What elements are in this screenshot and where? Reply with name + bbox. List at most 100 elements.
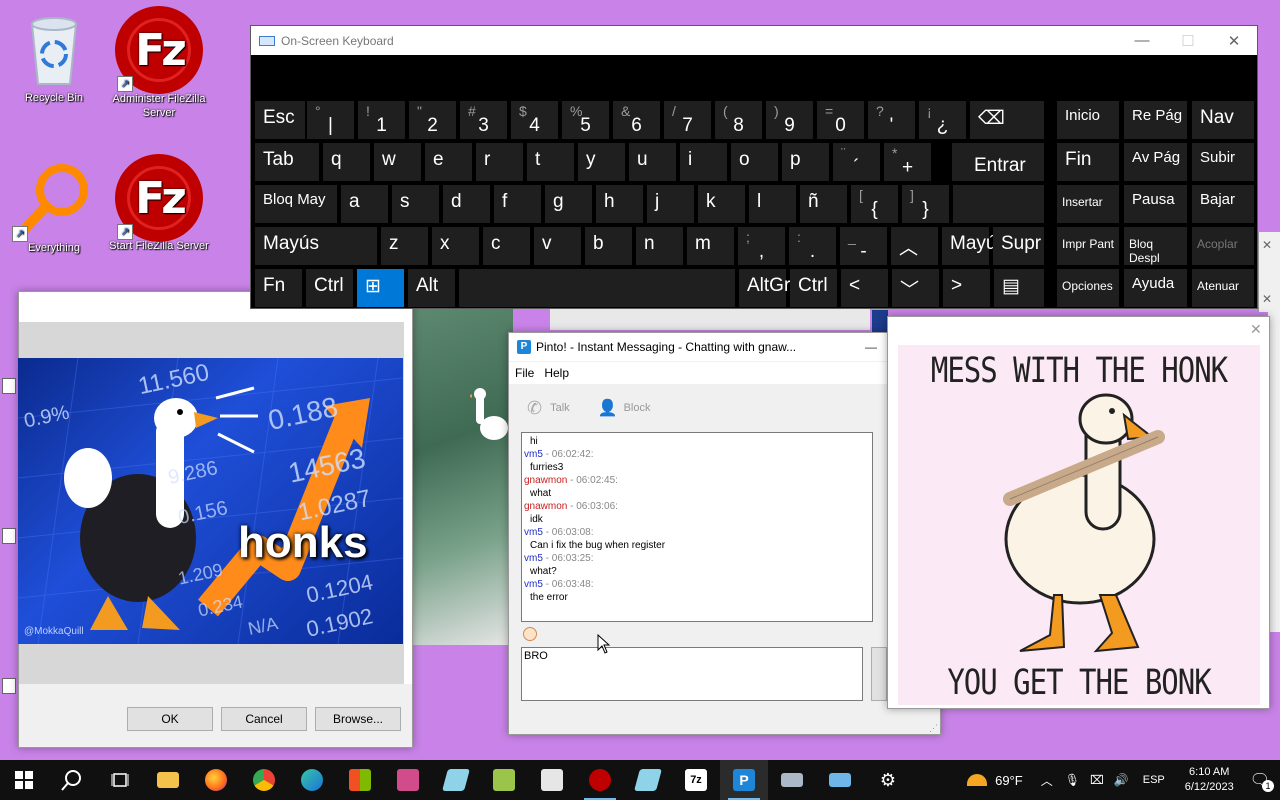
close-icon[interactable]: ✕ xyxy=(1250,321,1262,338)
key-;-,[interactable]: ;, xyxy=(738,227,785,265)
desktop-icon-partial[interactable] xyxy=(2,378,16,394)
key-︿[interactable]: ︿ xyxy=(891,227,938,265)
key-k[interactable]: k xyxy=(698,185,745,223)
maximize-button[interactable]: ☐ xyxy=(1165,32,1211,50)
key-e[interactable]: e xyxy=(425,143,472,181)
key-supr[interactable]: Supr xyxy=(993,227,1044,265)
key-d[interactable]: d xyxy=(443,185,490,223)
key-t[interactable]: t xyxy=(527,143,574,181)
key-bloq-may[interactable]: Bloq May xyxy=(255,185,337,223)
clock[interactable]: 6:10 AM 6/12/2023 xyxy=(1185,765,1234,795)
key-%-5[interactable]: % 5 xyxy=(562,101,609,139)
key-w[interactable]: w xyxy=(374,143,421,181)
taskbar-app-2[interactable] xyxy=(432,760,480,800)
resize-grip-icon[interactable]: ⋰ xyxy=(929,723,938,734)
key-esc[interactable]: Esc xyxy=(255,101,305,139)
desktop-icon-everything[interactable]: ↗ Everything xyxy=(2,160,106,254)
desktop-icon-partial[interactable] xyxy=(2,678,16,694)
taskbar-firefox[interactable] xyxy=(192,760,240,800)
key-j[interactable]: j xyxy=(647,185,694,223)
talk-button[interactable]: Talk xyxy=(550,402,570,414)
cancel-button[interactable]: Cancel xyxy=(221,707,307,731)
key-atenuar[interactable]: Atenuar xyxy=(1192,269,1254,307)
key-a[interactable]: a xyxy=(341,185,388,223)
key-&-6[interactable]: & 6 xyxy=(613,101,660,139)
key-"-2[interactable]: " 2 xyxy=(409,101,456,139)
taskbar-app-7[interactable] xyxy=(816,760,864,800)
key-¡-¿[interactable]: ¡ ¿ xyxy=(919,101,966,139)
taskbar-settings[interactable]: ⚙ xyxy=(864,760,912,800)
key-insertar[interactable]: Insertar xyxy=(1057,185,1119,223)
key-c[interactable]: c xyxy=(483,227,530,265)
desktop-icon-administer-filezilla[interactable]: Fz ↗ Administer FileZilla Server xyxy=(107,10,211,120)
key-acoplar[interactable]: Acoplar xyxy=(1192,227,1254,265)
key-v[interactable]: v xyxy=(534,227,581,265)
key-alt[interactable]: Alt xyxy=(408,269,455,307)
taskbar-app-1[interactable] xyxy=(384,760,432,800)
close-button[interactable]: ✕ xyxy=(1211,32,1257,50)
key-o[interactable]: o xyxy=(731,143,778,181)
close-icon[interactable]: ✕ xyxy=(1262,238,1272,252)
network-icon[interactable]: ⌧ xyxy=(1090,773,1104,787)
menu-file[interactable]: File xyxy=(509,366,540,380)
taskbar-app-6[interactable] xyxy=(768,760,816,800)
key-n[interactable]: n xyxy=(636,227,683,265)
taskbar-filezilla[interactable] xyxy=(576,760,624,800)
key-$-4[interactable]: $4 xyxy=(511,101,558,139)
key-⊞[interactable]: ⊞ xyxy=(357,269,404,307)
language-indicator[interactable]: ESP xyxy=(1143,774,1165,786)
key-*-+[interactable]: * + xyxy=(884,143,931,181)
key-?-'[interactable]: ? ' xyxy=(868,101,915,139)
key-﹀[interactable]: ﹀ xyxy=(892,269,939,307)
key-ctrl[interactable]: Ctrl xyxy=(790,269,837,307)
key-#-3[interactable]: #3 xyxy=(460,101,507,139)
taskbar-file-explorer[interactable] xyxy=(144,760,192,800)
microphone-icon[interactable]: 🎙 xyxy=(1065,773,1080,787)
key-m[interactable]: m xyxy=(687,227,734,265)
browse-button[interactable]: Browse... xyxy=(315,707,401,731)
key-b[interactable]: b xyxy=(585,227,632,265)
key-z[interactable]: z xyxy=(381,227,428,265)
chat-log[interactable]: hi vm5 - 06:02:42: furries3 gnawmon - 06:02… xyxy=(521,432,873,622)
menu-help[interactable]: Help xyxy=(540,366,573,380)
key-l[interactable]: l xyxy=(749,185,796,223)
emoticon-icon[interactable] xyxy=(523,627,537,641)
key->[interactable]: > xyxy=(943,269,990,307)
key-⌫[interactable]: ⌫ xyxy=(970,101,1044,139)
key-bloq-despl[interactable]: Bloq Despl xyxy=(1124,227,1187,265)
key-)-9[interactable]: ) 9 xyxy=(766,101,813,139)
key-opciones[interactable]: Opciones xyxy=(1057,269,1119,307)
key-!-1[interactable]: ! 1 xyxy=(358,101,405,139)
key-altgr[interactable]: AltGr xyxy=(739,269,790,307)
key-]-}[interactable]: ]} xyxy=(902,185,949,223)
taskbar-app-5[interactable] xyxy=(624,760,672,800)
key-pausa[interactable]: Pausa xyxy=(1124,185,1187,223)
key-f[interactable]: f xyxy=(494,185,541,223)
key-_--[interactable]: _ - xyxy=(840,227,887,265)
search-button[interactable] xyxy=(48,760,96,800)
desktop-icon-recycle-bin[interactable]: Recycle Bin xyxy=(2,10,106,104)
key-mayús[interactable]: Mayús xyxy=(942,227,1006,265)
key-▤[interactable]: ▤ xyxy=(994,269,1044,307)
key-nav[interactable]: Nav xyxy=(1192,101,1254,139)
block-button[interactable]: Block xyxy=(624,402,651,414)
key-(-8[interactable]: (8 xyxy=(715,101,762,139)
task-view-button[interactable] xyxy=(96,760,144,800)
key-mayús[interactable]: Mayús xyxy=(255,227,377,265)
key-q[interactable]: q xyxy=(323,143,370,181)
key-<[interactable]: < xyxy=(841,269,888,307)
key-re-pág[interactable]: Re Pág xyxy=(1124,101,1187,139)
key-r[interactable]: r xyxy=(476,143,523,181)
key-u[interactable]: u xyxy=(629,143,676,181)
key-p[interactable]: p xyxy=(782,143,829,181)
chevron-up-icon[interactable]: ︿ xyxy=(1041,772,1053,789)
key-entrar-extension[interactable] xyxy=(953,185,1044,223)
key-g[interactable]: g xyxy=(545,185,592,223)
key-:-.[interactable]: :. xyxy=(789,227,836,265)
key-fn[interactable]: Fn xyxy=(255,269,302,307)
key-ctrl[interactable]: Ctrl xyxy=(306,269,353,307)
weather-widget[interactable]: 69°F xyxy=(967,773,1023,788)
key-i[interactable]: i xyxy=(680,143,727,181)
key-impr-pant[interactable]: Impr Pant xyxy=(1057,227,1119,265)
key-fin[interactable]: Fin xyxy=(1057,143,1119,181)
